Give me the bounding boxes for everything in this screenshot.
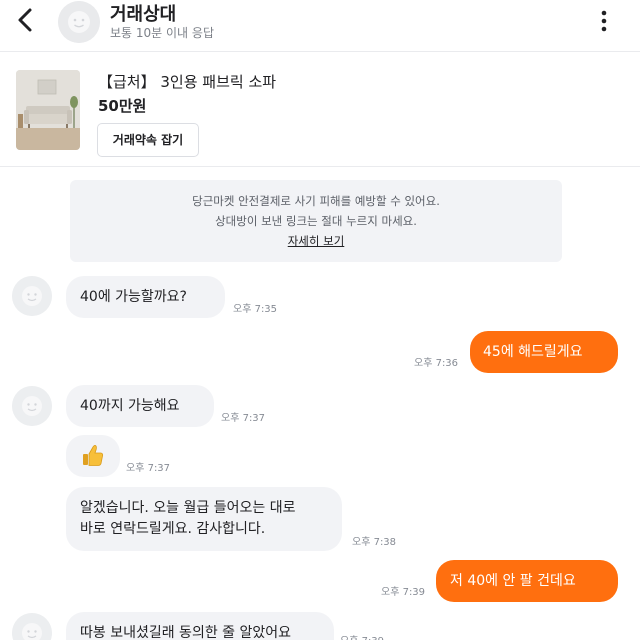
partner-avatar[interactable] [12,276,52,316]
message-time: 오후 7:36 [414,358,459,369]
message-text: 저 40에 안 팔 건데요 [450,573,576,589]
more-vertical-icon [601,10,607,32]
notice-details-link[interactable]: 자세히 보기 [70,233,562,249]
message-time: 오후 7:38 [352,537,397,548]
partner-name: 거래상대 [110,4,177,25]
message-time: 오후 7:39 [340,632,384,640]
sofa-photo [16,70,80,150]
product-title: 【급처】 3인용 패브릭 소파 [98,73,277,91]
message-bubble: 40까지 가능해요 [66,385,214,427]
message-text-line: 바로 연락드릴게요. 감사합니다. [80,521,266,537]
partner-avatar[interactable] [12,613,52,640]
more-button[interactable] [594,8,614,34]
make-appointment-button[interactable]: 거래약속 잡기 [97,123,199,157]
message-text: 40까지 가능해요 [80,398,180,414]
notice-line-2: 상대방이 보낸 링크는 절대 누르지 마세요. [215,214,417,228]
message-time: 오후 7:37 [126,463,171,474]
product-card[interactable]: 【급처】 3인용 패브릭 소파 50만원 거래약속 잡기 [0,51,640,167]
message-time: 오후 7:35 [233,304,278,315]
response-time: 보통 10분 이내 응답 [110,26,214,40]
message-time: 오후 7:37 [221,413,266,424]
message-bubble: 40에 가능할까요? [66,276,225,318]
thumbs-up-icon [83,445,104,466]
message-bubble: 45에 해드릴게요 [470,331,618,373]
notice-line-1: 당근마켓 안전결제로 사기 피해를 예방할 수 있어요. [192,194,440,208]
product-thumbnail [16,70,80,150]
message-text-line: 알겠습니다. 오늘 월급 들어오는 대로 [80,500,296,516]
chevron-left-icon [18,8,32,32]
message-text: 따봉 보내셨길래 동의한 줄 알았어요 [80,625,291,640]
back-button[interactable] [12,4,40,36]
message-text: 40에 가능할까요? [80,289,187,305]
partner-avatar[interactable] [12,386,52,426]
product-price: 50만원 [98,97,147,115]
message-bubble: 따봉 보내셨길래 동의한 줄 알았어요 [66,612,334,640]
message-bubble: 저 40에 안 팔 건데요 [436,560,618,602]
message-bubble: 알겠습니다. 오늘 월급 들어오는 대로 바로 연락드릴게요. 감사합니다. [66,487,342,551]
message-time: 오후 7:39 [381,587,426,598]
emoji-bubble [66,435,120,477]
message-text: 45에 해드릴게요 [483,344,583,360]
partner-avatar[interactable] [58,1,100,43]
chat-header: 거래상대 보통 10분 이내 응답 [0,0,640,50]
safety-notice: 당근마켓 안전결제로 사기 피해를 예방할 수 있어요. 상대방이 보낸 링크는… [70,180,562,262]
